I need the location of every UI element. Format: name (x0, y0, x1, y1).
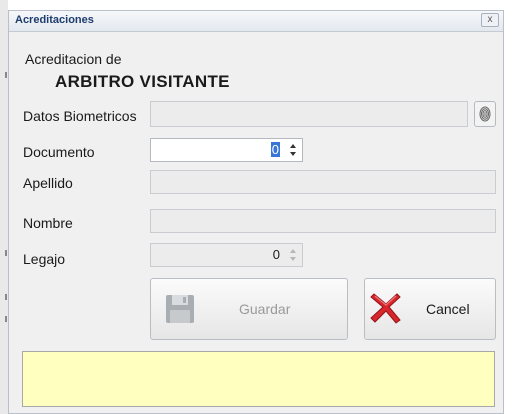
documento-value[interactable]: 0 (270, 142, 280, 157)
spin-up-icon[interactable] (290, 249, 296, 253)
title-bar[interactable]: Acreditaciones x (9, 11, 503, 32)
save-label: Guardar (239, 301, 291, 317)
status-message-panel (22, 351, 495, 407)
spin-up-icon[interactable] (290, 144, 296, 148)
save-button[interactable]: Guardar (150, 278, 348, 340)
documento-stepper[interactable]: 0 (150, 138, 303, 162)
fingerprint-button[interactable] (474, 101, 496, 127)
apellido-label: Apellido (23, 175, 73, 191)
biometric-label: Datos Biometricos (23, 108, 137, 124)
heading-role: ARBITRO VISITANTE (55, 72, 230, 91)
legajo-value: 0 (272, 247, 280, 262)
documento-spin-arrows[interactable] (289, 142, 299, 158)
documento-label: Documento (23, 144, 95, 160)
legajo-stepper[interactable]: 0 (150, 243, 303, 267)
floppy-disk-icon (166, 295, 194, 323)
cancel-label: Cancel (426, 301, 470, 317)
nombre-field[interactable] (150, 209, 496, 233)
background-window-edge (0, 0, 8, 414)
spin-down-icon[interactable] (290, 152, 296, 156)
legajo-spin-arrows[interactable] (289, 247, 299, 263)
window-title: Acreditaciones (15, 14, 94, 26)
cancel-button[interactable]: Cancel (364, 278, 496, 340)
nombre-label: Nombre (23, 215, 73, 231)
heading-subtitle: Acreditacion de (25, 51, 122, 67)
close-button[interactable]: x (481, 13, 499, 27)
apellido-field[interactable] (150, 170, 496, 194)
spin-down-icon[interactable] (290, 257, 296, 261)
red-x-icon (370, 293, 401, 324)
fingerprint-icon (479, 106, 491, 122)
legajo-label: Legajo (23, 251, 66, 267)
biometric-field (150, 101, 468, 127)
accreditation-dialog: Acreditaciones x Acreditacion de ARBITRO… (8, 10, 504, 414)
